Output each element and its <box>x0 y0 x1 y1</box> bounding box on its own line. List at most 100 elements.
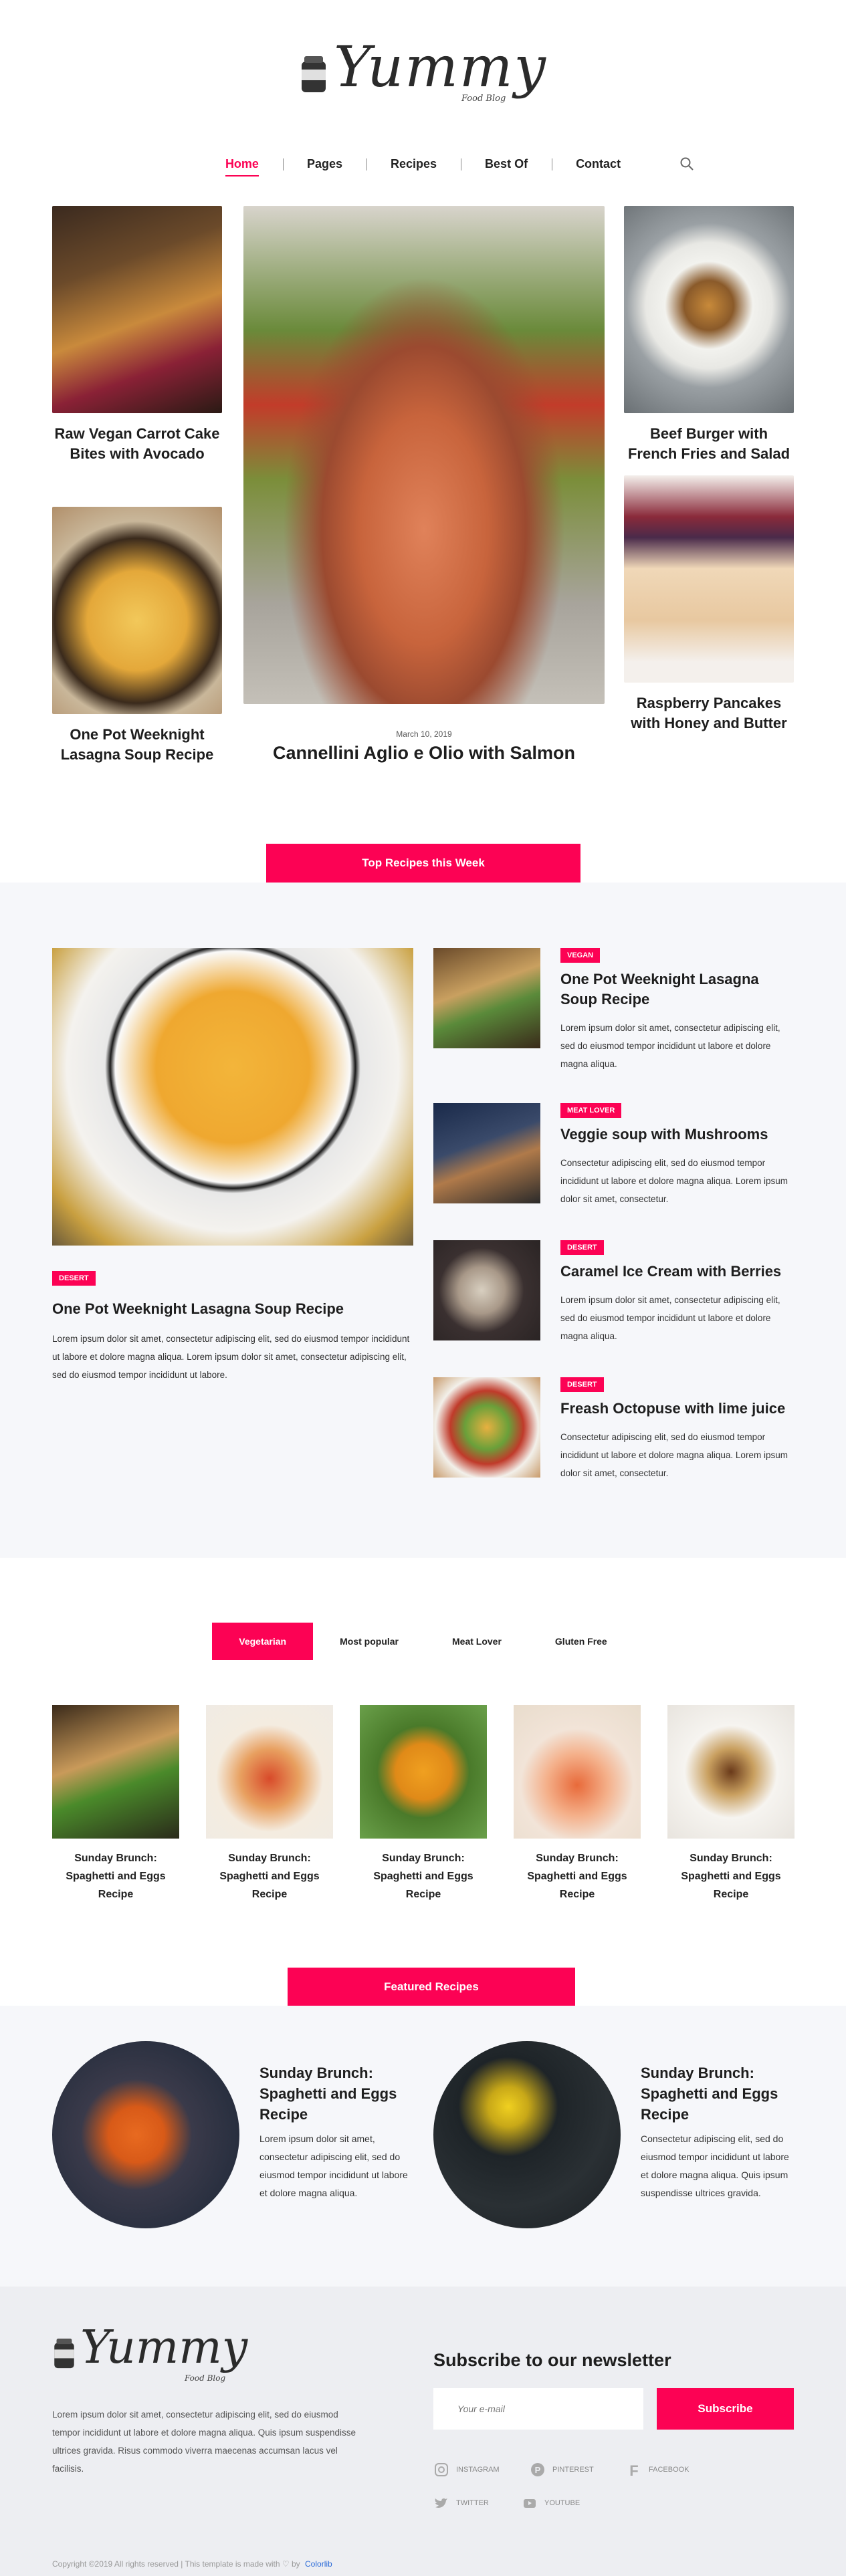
recipe-title[interactable]: Sunday Brunch: Spaghetti and Eggs Recipe <box>259 2063 413 2125</box>
email-field[interactable] <box>433 2388 643 2430</box>
recipe-title[interactable]: Veggie soup with Mushrooms <box>560 1125 795 1145</box>
social-youtube[interactable]: YOUTUBE <box>522 2495 580 2511</box>
social-label: FACEBOOK <box>649 2466 690 2474</box>
post-date: March 10, 2019 <box>396 729 452 739</box>
colorlib-link[interactable]: Colorlib <box>305 2559 332 2569</box>
list-item[interactable]: DESERT Caramel Ice Cream with Berries Lo… <box>433 1240 795 1341</box>
recipe-thumbnail <box>433 1103 540 1203</box>
copyright: Copyright ©2019 All rights reserved | Th… <box>52 2559 332 2569</box>
social-label: PINTEREST <box>552 2466 594 2474</box>
instagram-icon <box>435 2463 448 2476</box>
recipe-title[interactable]: Raw Vegan Carrot Cake Bites with Avocado <box>52 424 222 464</box>
recipe-title[interactable]: Sunday Brunch: Spaghetti and Eggs Recipe <box>667 1849 795 1903</box>
category-badge[interactable]: DESERT <box>52 1271 96 1286</box>
nav-contact[interactable]: Contact <box>552 157 645 171</box>
list-item[interactable]: DESERT Freash Octopuse with lime juice C… <box>433 1377 795 1478</box>
recipe-excerpt: Lorem ipsum dolor sit amet, consectetur … <box>52 1334 410 1380</box>
copyright-text: Copyright ©2019 All rights reserved | Th… <box>52 2559 300 2569</box>
cookies-flowers-image <box>433 2041 621 2228</box>
recipe-thumbnail <box>433 1240 540 1340</box>
category-badge[interactable]: VEGAN <box>560 948 601 963</box>
nav-best-of[interactable]: Best Of <box>461 157 552 171</box>
hero-card-right-bottom[interactable]: Raspberry Pancakes with Honey and Butter <box>624 475 794 733</box>
recipe-image <box>667 1705 795 1839</box>
recipe-excerpt: Consectetur adipiscing elit, sed do eius… <box>560 1432 788 1478</box>
youtube-icon <box>524 2499 536 2508</box>
category-badge[interactable]: DESERT <box>560 1377 604 1392</box>
tab-vegetarian[interactable]: Vegetarian <box>212 1623 314 1660</box>
logo[interactable]: Yummy <box>299 39 547 95</box>
featured-soup-card[interactable]: DESERT One Pot Weeknight Lasagna Soup Re… <box>52 948 413 1384</box>
recipe-title[interactable]: Beef Burger with French Fries and Salad <box>624 424 794 464</box>
recipe-title[interactable]: Sunday Brunch: Spaghetti and Eggs Recipe <box>360 1849 487 1903</box>
footer-tagline: Food Blog <box>185 2373 226 2383</box>
social-facebook[interactable]: f FACEBOOK <box>626 2462 690 2478</box>
hero-card-left-bottom[interactable]: One Pot Weeknight Lasagna Soup Recipe <box>52 507 222 765</box>
tab-gluten-free[interactable]: Gluten Free <box>528 1623 634 1660</box>
recipe-title[interactable]: Raspberry Pancakes with Honey and Butter <box>624 693 794 733</box>
tab-most-popular[interactable]: Most popular <box>313 1623 425 1660</box>
salmon-image <box>243 206 605 704</box>
featured-recipes-button[interactable]: Featured Recipes <box>288 1968 575 2006</box>
footer-logo[interactable]: Yummy <box>52 2325 247 2371</box>
social-twitter[interactable]: TWITTER <box>433 2495 489 2511</box>
grid-item[interactable]: Sunday Brunch: Spaghetti and Eggs Recipe <box>52 1705 179 1903</box>
recipe-excerpt: Lorem ipsum dolor sit amet, consectetur … <box>560 1295 780 1341</box>
category-badge[interactable]: DESERT <box>560 1240 604 1255</box>
site-header: Yummy <box>0 0 846 134</box>
search-icon[interactable] <box>679 156 694 171</box>
category-badge[interactable]: MEAT LOVER <box>560 1103 622 1118</box>
social-instagram[interactable]: INSTAGRAM <box>433 2462 500 2478</box>
nav-recipes[interactable]: Recipes <box>366 157 461 171</box>
burger-plate-image <box>624 206 794 413</box>
featured-item[interactable]: Sunday Brunch: Spaghetti and Eggs Recipe… <box>433 2041 795 2228</box>
list-item[interactable]: MEAT LOVER Veggie soup with Mushrooms Co… <box>433 1103 795 1204</box>
recipe-thumbnail <box>433 948 540 1048</box>
hero-card-right-top[interactable]: Beef Burger with French Fries and Salad <box>624 206 794 464</box>
main-nav: Home Pages Recipes Best Of Contact <box>0 134 846 194</box>
recipe-title[interactable]: Cannellini Aglio e Olio with Salmon <box>243 743 605 763</box>
jar-logo-icon <box>301 56 326 92</box>
social-pinterest[interactable]: P PINTEREST <box>530 2462 594 2478</box>
top-recipes-button[interactable]: Top Recipes this Week <box>266 844 580 883</box>
charlotte-cake-image <box>624 475 794 683</box>
svg-text:P: P <box>535 2465 541 2475</box>
hero-card-main[interactable]: March 10, 2019 Cannellini Aglio e Olio w… <box>243 206 605 763</box>
recipe-thumbnail <box>433 1377 540 1478</box>
nav-home[interactable]: Home <box>201 157 283 177</box>
grid-item[interactable]: Sunday Brunch: Spaghetti and Eggs Recipe <box>667 1705 795 1903</box>
jar-logo-icon <box>54 2338 74 2369</box>
recipe-excerpt: Lorem ipsum dolor sit amet, consectetur … <box>560 1023 780 1069</box>
recipe-excerpt: Consectetur adipiscing elit, sed do eius… <box>641 2133 789 2198</box>
recipe-title[interactable]: Sunday Brunch: Spaghetti and Eggs Recipe <box>206 1849 333 1903</box>
frittata-image <box>52 507 222 714</box>
hero-card-left-top[interactable]: Raw Vegan Carrot Cake Bites with Avocado <box>52 206 222 464</box>
recipe-title[interactable]: Caramel Ice Cream with Berries <box>560 1262 795 1282</box>
featured-item[interactable]: Sunday Brunch: Spaghetti and Eggs Recipe… <box>52 2041 413 2228</box>
grid-item[interactable]: Sunday Brunch: Spaghetti and Eggs Recipe <box>360 1705 487 1903</box>
recipe-title[interactable]: Sunday Brunch: Spaghetti and Eggs Recipe <box>52 1849 179 1903</box>
recipe-image <box>360 1705 487 1839</box>
recipe-title[interactable]: Sunday Brunch: Spaghetti and Eggs Recipe <box>514 1849 641 1903</box>
social-label: TWITTER <box>456 2499 489 2507</box>
subscribe-button[interactable]: Subscribe <box>657 2388 794 2430</box>
hero-section: Raw Vegan Carrot Cake Bites with Avocado… <box>0 194 846 829</box>
list-item[interactable]: VEGAN One Pot Weeknight Lasagna Soup Rec… <box>433 948 795 1069</box>
recipe-title[interactable]: Sunday Brunch: Spaghetti and Eggs Recipe <box>641 2063 795 2125</box>
svg-text:f: f <box>629 2462 638 2478</box>
facebook-icon: f <box>629 2462 638 2478</box>
persimmon-image <box>52 2041 239 2228</box>
pancakes-image <box>52 206 222 413</box>
grid-item[interactable]: Sunday Brunch: Spaghetti and Eggs Recipe <box>206 1705 333 1903</box>
pinterest-icon: P <box>531 2463 544 2476</box>
recipe-title[interactable]: One Pot Weeknight Lasagna Soup Recipe <box>52 1300 413 1318</box>
tab-meat-lover[interactable]: Meat Lover <box>425 1623 528 1660</box>
grid-item[interactable]: Sunday Brunch: Spaghetti and Eggs Recipe <box>514 1705 641 1903</box>
recipe-image <box>514 1705 641 1839</box>
recipe-title[interactable]: Freash Octopuse with lime juice <box>560 1399 795 1419</box>
newsletter-title: Subscribe to our newsletter <box>433 2350 671 2370</box>
recipe-title[interactable]: One Pot Weeknight Lasagna Soup Recipe <box>560 969 795 1010</box>
recipe-title[interactable]: One Pot Weeknight Lasagna Soup Recipe <box>52 725 222 765</box>
nav-pages[interactable]: Pages <box>282 157 366 171</box>
recipe-excerpt: Consectetur adipiscing elit, sed do eius… <box>560 1158 788 1204</box>
